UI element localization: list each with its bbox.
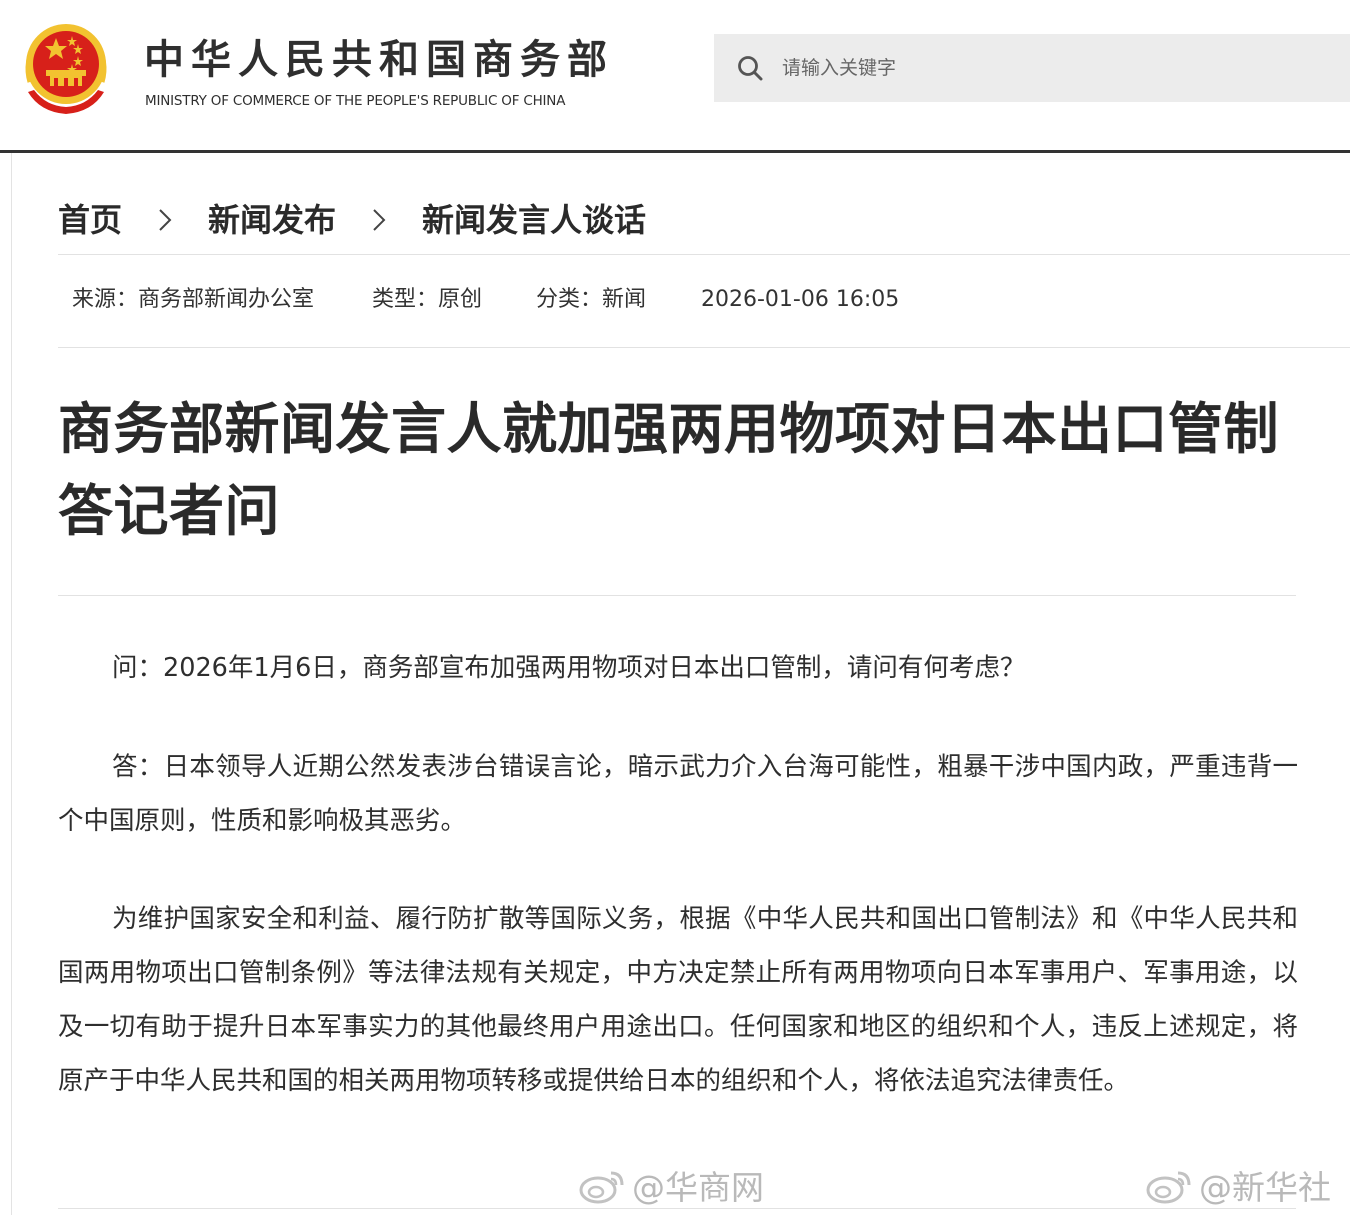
- left-rail-line: [11, 378, 12, 870]
- left-rail-line: [11, 870, 12, 1215]
- watermark-text: @新华社: [1199, 1168, 1331, 1207]
- national-emblem-icon[interactable]: [20, 22, 112, 118]
- divider: [58, 595, 1296, 596]
- breadcrumb-home[interactable]: 首页: [58, 195, 122, 245]
- divider: [58, 347, 1350, 348]
- watermark-text: @华商网: [632, 1168, 764, 1207]
- site-header: 中华人民共和国商务部 MINISTRY OF COMMERCE OF THE P…: [0, 0, 1350, 153]
- chevron-right-icon: [336, 195, 422, 245]
- weibo-icon: [579, 1171, 624, 1204]
- search-bar[interactable]: [714, 34, 1350, 102]
- breadcrumb-news-release[interactable]: 新闻发布: [208, 195, 336, 245]
- article-paragraph-answer: 答：日本领导人近期公然发表涉台错误言论，暗示武力介入台海可能性，粗暴干涉中国内政…: [58, 752, 1298, 836]
- weibo-icon: [1146, 1171, 1191, 1204]
- chevron-right-icon: [122, 195, 208, 245]
- search-input[interactable]: [782, 48, 1322, 88]
- article-type: 类型：原创: [372, 287, 483, 312]
- left-rail-line: [11, 153, 12, 378]
- search-icon[interactable]: [736, 54, 764, 82]
- watermark-huashang: @华商网: [578, 1160, 764, 1210]
- watermark-xinhua: @新华社: [1145, 1160, 1331, 1210]
- article-paragraph-question: 问：2026年1月6日，商务部宣布加强两用物项对日本出口管制，请问有何考虑？: [112, 653, 1026, 683]
- ministry-title-en: MINISTRY OF COMMERCE OF THE PEOPLE'S REP…: [145, 93, 566, 109]
- breadcrumb: 首页 新闻发布 新闻发言人谈话: [58, 195, 646, 245]
- divider: [58, 254, 1350, 255]
- article-paragraph-decision: 为维护国家安全和利益、履行防扩散等国际义务，根据《中华人民共和国出口管制法》和《…: [58, 904, 1298, 1096]
- breadcrumb-spokesperson[interactable]: 新闻发言人谈话: [422, 195, 646, 245]
- article-datetime: 2026-01-06 16:05: [701, 287, 900, 312]
- ministry-title-cn: 中华人民共和国商务部: [144, 37, 614, 83]
- article-category: 分类：新闻: [536, 287, 647, 312]
- article-source: 来源：商务部新闻办公室: [72, 287, 315, 312]
- article-title: 商务部新闻发言人就加强两用物项对日本出口管制答记者问: [58, 397, 1280, 543]
